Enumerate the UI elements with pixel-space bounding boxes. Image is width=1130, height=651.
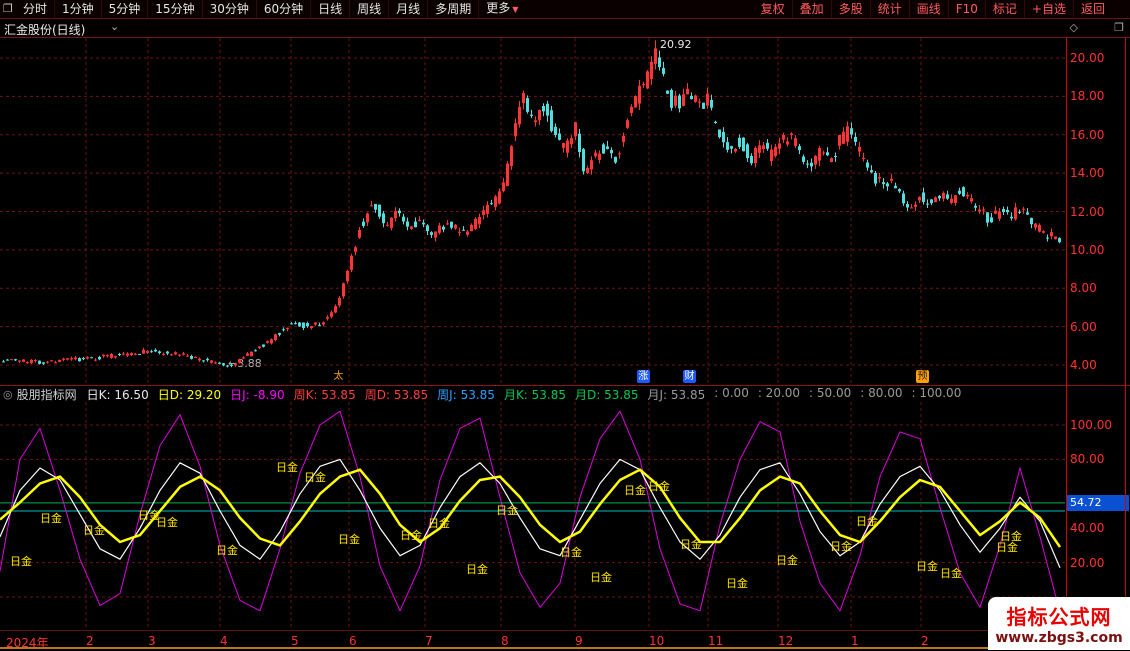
indicator-value: 月D: 53.85	[575, 386, 638, 402]
period-button[interactable]: 60分钟	[257, 0, 311, 18]
candlestick-plot[interactable]	[0, 38, 1065, 385]
indicator-value: 日J: -8.90	[230, 386, 284, 402]
indicator-value: : 50.00	[809, 386, 851, 402]
indicator-header: ◎ 股朋指标网 日K: 16.50 日D: 29.20 日J: -8.90 周K: 5…	[0, 386, 1065, 402]
watermark-title: 指标公式网	[988, 601, 1130, 630]
stock-title[interactable]: 汇金股份(日线)	[4, 21, 85, 38]
event-marker[interactable]: 预	[916, 370, 929, 383]
event-marker[interactable]: 财	[683, 370, 696, 383]
price-axis-label: 20.00	[1070, 51, 1104, 65]
tool-button[interactable]: 画线	[910, 0, 949, 18]
x-axis-month-label: 8	[501, 634, 509, 648]
x-axis-month-label: 5	[291, 634, 299, 648]
x-axis-month-label: 1	[851, 634, 859, 648]
indicator-value: 周K: 53.85	[294, 386, 356, 402]
indicator-value: 日D: 29.20	[158, 386, 221, 402]
kdj-plot[interactable]	[0, 402, 1065, 630]
x-axis-month-label: 2	[921, 634, 929, 648]
period-button[interactable]: 多周期	[428, 0, 479, 18]
indicator-value: : 0.00	[714, 386, 749, 402]
x-axis-month-label: 11	[708, 634, 723, 648]
restore-icon[interactable]: ❐	[1114, 21, 1124, 34]
tools-toolbar: 复权叠加多股统计画线F10标记+自选返回	[754, 0, 1112, 18]
x-axis-month-label: 12	[778, 634, 793, 648]
kdj-indicator-pane[interactable]: 日金日金日金日金日金日金日金日金日金日金日金日金日金日金日金日金日金日金日金日金…	[0, 402, 1065, 630]
current-value-badge: 54.72	[1067, 495, 1129, 511]
price-axis-label: 12.00	[1070, 205, 1104, 219]
x-axis-month-label: 6	[349, 634, 357, 648]
indicator-values: 日K: 16.50 日D: 29.20 日J: -8.90 周K: 53.85 周D: …	[87, 386, 971, 402]
x-axis-month-label: 2	[86, 634, 94, 648]
price-axis-label: 8.00	[1070, 281, 1097, 295]
indicator-value: 日K: 16.50	[87, 386, 149, 402]
x-axis-month-label: 9	[575, 634, 583, 648]
indicator-source-icon: ◎	[3, 388, 13, 401]
top-toolbar: ❐ 分时1分钟5分钟15分钟30分钟60分钟日线周线月线多周期更多▼ 复权叠加多…	[0, 0, 1130, 19]
tool-button[interactable]: 叠加	[793, 0, 832, 18]
price-axis: 20.00 18.00 16.00 14.00 12.00 10.00 8.00 6.00 4.…	[1066, 38, 1130, 650]
indicator-axis-label: 100.00	[1070, 418, 1112, 432]
period-button[interactable]: 更多▼	[479, 0, 525, 19]
period-button[interactable]: 5分钟	[102, 0, 149, 18]
indicator-source-label[interactable]: 股朋指标网	[17, 386, 77, 402]
x-axis-month-label: 7	[425, 634, 433, 648]
more-arrow-icon: ▼	[512, 5, 518, 14]
period-button[interactable]: 1分钟	[55, 0, 102, 18]
event-marker[interactable]: 太	[332, 370, 345, 383]
indicator-value: 月K: 53.85	[504, 386, 566, 402]
period-button[interactable]: 月线	[389, 0, 428, 18]
indicator-axis-label: 40.00	[1070, 521, 1104, 535]
indicator-value: : 100.00	[911, 386, 961, 402]
price-axis-label: 6.00	[1070, 320, 1097, 334]
bottom-accent-line	[0, 647, 1130, 649]
period-button[interactable]: 周线	[350, 0, 389, 18]
price-axis-label: 14.00	[1070, 166, 1104, 180]
chevron-down-icon[interactable]: ⌄	[110, 20, 119, 33]
diamond-icon[interactable]: ◇	[1070, 21, 1078, 34]
period-button[interactable]: 日线	[311, 0, 350, 18]
price-axis-label: 16.00	[1070, 128, 1104, 142]
price-axis-label: 18.00	[1070, 89, 1104, 103]
price-axis-label: 4.00	[1070, 358, 1097, 372]
tool-button[interactable]: 标记	[986, 0, 1025, 18]
candlestick-chart-pane[interactable]: 20.92 ←3.88 太涨财预	[0, 38, 1065, 385]
period-button[interactable]: 分时	[16, 0, 55, 18]
x-axis-month-label: 3	[148, 634, 156, 648]
axis-right-border	[1125, 38, 1126, 650]
x-axis-month-label: 10	[649, 634, 664, 648]
tool-button[interactable]: 多股	[832, 0, 871, 18]
period-button[interactable]: 30分钟	[203, 0, 257, 18]
stock-title-bar: 汇金股份(日线) ⌄ ◇ ❐	[0, 19, 1130, 38]
event-marker[interactable]: 涨	[637, 370, 650, 383]
indicator-value: 周J: 53.85	[437, 386, 495, 402]
watermark-url: www.zbgs3.com	[988, 630, 1130, 646]
indicator-value: 月J: 53.85	[647, 386, 705, 402]
tool-button[interactable]: 复权	[754, 0, 793, 18]
indicator-axis-label: 80.00	[1070, 452, 1104, 466]
x-axis-month-label: 4	[220, 634, 228, 648]
tool-button[interactable]: 返回	[1074, 0, 1112, 18]
window-icon[interactable]: ❐	[3, 2, 13, 16]
indicator-axis-label: 20.00	[1070, 556, 1104, 570]
indicator-value: : 20.00	[758, 386, 800, 402]
tool-button[interactable]: F10	[949, 0, 986, 18]
period-button[interactable]: 15分钟	[148, 0, 202, 18]
watermark: 指标公式网 www.zbgs3.com	[988, 597, 1130, 650]
indicator-value: : 80.00	[860, 386, 902, 402]
tool-button[interactable]: +自选	[1025, 0, 1074, 18]
price-axis-label: 10.00	[1070, 243, 1104, 257]
pane-separator	[0, 385, 1130, 386]
period-toolbar: 分时1分钟5分钟15分钟30分钟60分钟日线周线月线多周期更多▼	[16, 0, 525, 18]
indicator-value: 周D: 53.85	[365, 386, 428, 402]
tool-button[interactable]: 统计	[871, 0, 910, 18]
